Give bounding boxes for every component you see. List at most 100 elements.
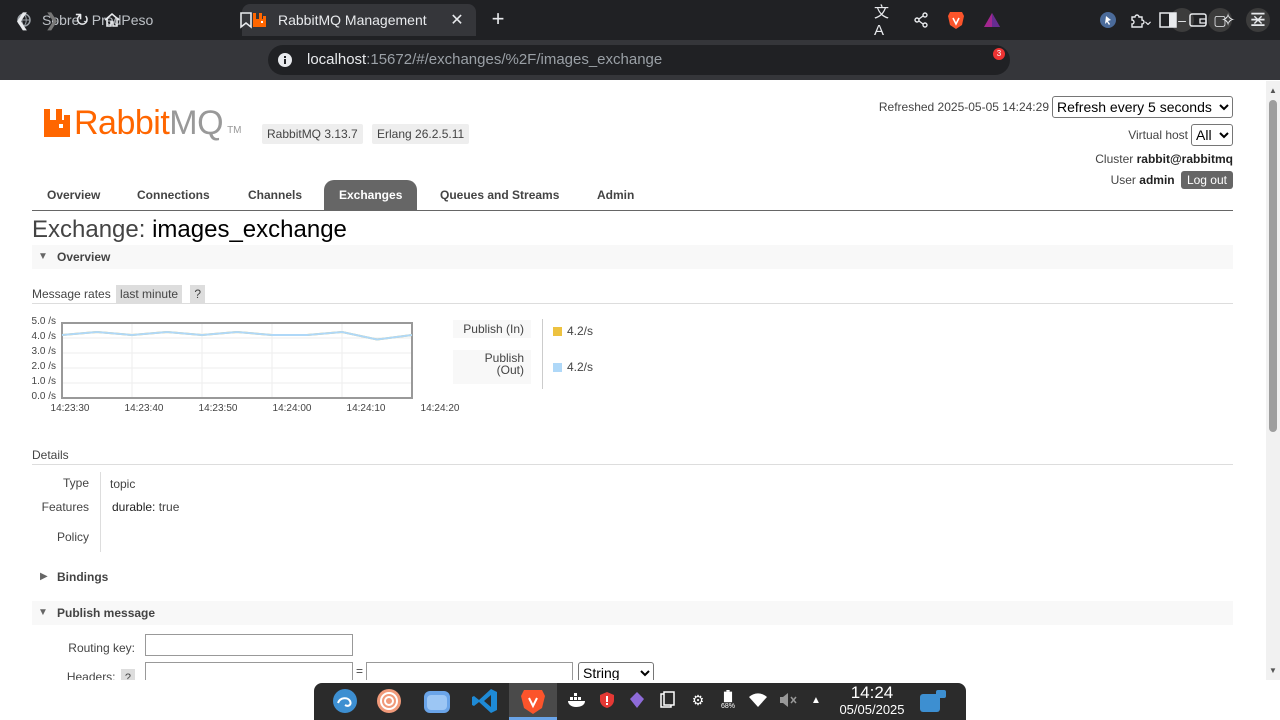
feature-value: true — [158, 500, 180, 514]
equals-sign: = — [356, 664, 364, 678]
chart-y-tick-label: 5.0 /s — [31, 316, 56, 327]
volume-muted-icon[interactable] — [778, 690, 798, 710]
message-rates-chart — [30, 316, 440, 416]
rate-period-toggle[interactable]: last minute — [116, 285, 183, 303]
chart-y-tick-label: 1.0 /s — [31, 376, 56, 387]
collapse-arrow-icon: ▼ — [38, 251, 48, 262]
rabbitmq-logo[interactable]: Rabbit MQ TM — [44, 103, 242, 142]
nav-admin[interactable]: Admin — [582, 180, 649, 210]
leo-ai-icon[interactable]: ✧ — [1216, 8, 1240, 32]
header-key-input[interactable] — [145, 662, 353, 680]
vscode-icon[interactable] — [469, 686, 501, 716]
logo-text-mq: MQ — [169, 103, 224, 142]
refresh-row: Refreshed 2025-05-05 14:24:29 Refresh ev… — [879, 96, 1233, 118]
refresh-interval-select[interactable]: Refresh every 5 seconds — [1052, 96, 1233, 118]
brave-browser-icon[interactable] — [517, 686, 549, 716]
message-rates-header: Message rates last minute ? — [32, 284, 1233, 304]
refreshed-timestamp: Refreshed 2025-05-05 14:24:29 — [878, 100, 1049, 114]
chart-x-tick-label: 14:23:50 — [198, 403, 238, 414]
header-type-select[interactable]: String — [578, 662, 654, 680]
scroll-up-icon[interactable]: ▲ — [1269, 86, 1277, 95]
details-divider — [100, 472, 101, 552]
routing-key-input[interactable] — [145, 634, 353, 656]
bookmark-icon[interactable] — [234, 8, 258, 32]
settings-gear-icon[interactable]: ⚙ — [688, 690, 708, 710]
share-icon[interactable] — [909, 8, 933, 32]
rate-value-text: 4.2/s — [567, 324, 594, 338]
nav-overview[interactable]: Overview — [32, 180, 115, 210]
brave-rewards-icon[interactable] — [980, 8, 1004, 32]
new-tab-icon[interactable]: + — [486, 8, 510, 32]
cluster-row: Cluster rabbit@rabbitmq — [1095, 152, 1233, 166]
feature-key: durable: — [112, 500, 156, 514]
scroll-down-icon[interactable]: ▼ — [1269, 666, 1277, 675]
tray-expand-icon[interactable]: ▲ — [806, 690, 826, 710]
chart-y-tick-label: 2.0 /s — [31, 361, 56, 372]
help-icon[interactable]: ? — [190, 285, 206, 303]
nav-exchanges[interactable]: Exchanges — [324, 180, 418, 210]
bindings-section-header[interactable]: ▶ Bindings — [32, 565, 1233, 589]
tab-rabbitmq[interactable]: RabbitMQ Management ✕ — [242, 4, 476, 36]
clock-time: 14:24 — [850, 683, 894, 702]
rate-label-publish-in: Publish (In) — [453, 320, 531, 338]
battery-icon[interactable]: 68% — [718, 690, 738, 710]
exchange-name: images_exchange — [152, 216, 347, 243]
nav-connections[interactable]: Connections — [122, 180, 225, 210]
app-launcher-icon[interactable] — [329, 686, 361, 716]
chart-x-tick-label: 14:24:00 — [272, 403, 312, 414]
rabbitmq-version-badge: RabbitMQ 3.13.7 — [262, 124, 363, 144]
chart-x-tick-label: 14:23:30 — [50, 403, 90, 414]
reload-icon[interactable]: ↻ — [70, 8, 94, 32]
rate-label-publish-out: Publish (Out) — [453, 350, 531, 384]
brave-shields-icon[interactable] — [944, 8, 968, 32]
forward-icon[interactable]: ❯ — [40, 8, 64, 32]
page-title: Exchange: images_exchange — [32, 216, 347, 244]
file-manager-icon[interactable] — [421, 686, 453, 716]
clock-date: 05/05/2025 — [839, 702, 905, 717]
page-title-prefix: Exchange: — [32, 216, 146, 243]
type-label: Type — [62, 476, 89, 490]
policy-label: Policy — [56, 530, 89, 544]
clipboard-icon[interactable] — [657, 690, 677, 710]
profile-extension-icon[interactable] — [1096, 8, 1120, 32]
chart-y-tick-label: 4.0 /s — [31, 331, 56, 342]
rabbitmq-logo-icon — [44, 109, 70, 137]
security-shield-icon[interactable] — [597, 690, 617, 710]
docker-icon[interactable] — [567, 690, 587, 710]
nav-channels[interactable]: Channels — [233, 180, 317, 210]
close-tab-icon[interactable]: ✕ — [448, 10, 466, 30]
publish-out-swatch — [553, 362, 562, 372]
scrollbar-thumb[interactable] — [1269, 100, 1277, 432]
rate-value-text: 4.2/s — [567, 360, 594, 374]
rate-value-publish-in: 4.2/s — [553, 324, 593, 338]
virtual-host-label: Virtual host — [1128, 128, 1188, 142]
notification-badge: 3 — [993, 48, 1005, 60]
home-icon[interactable] — [100, 8, 124, 32]
sidebar-icon[interactable] — [1156, 8, 1180, 32]
site-info-icon[interactable] — [273, 48, 297, 72]
message-rates-chart-svg — [61, 322, 413, 399]
obsidian-icon[interactable] — [627, 690, 647, 710]
wallet-icon[interactable] — [1186, 8, 1210, 32]
header-value-input[interactable] — [366, 662, 573, 680]
features-value: durable: true — [112, 500, 179, 514]
main-menu-icon[interactable]: ☰ — [1246, 8, 1270, 32]
overview-section-header[interactable]: ▼ Overview — [32, 245, 1233, 269]
cluster-name: rabbit@rabbitmq — [1136, 152, 1233, 166]
url-text[interactable]: localhost:15672/#/exchanges/%2F/images_e… — [307, 51, 662, 68]
tab-title: RabbitMQ Management — [278, 12, 427, 28]
back-icon[interactable]: ❮ — [10, 8, 34, 32]
extensions-icon[interactable] — [1126, 8, 1150, 32]
expand-arrow-icon: ▶ — [40, 571, 48, 582]
publish-message-section-header[interactable]: ▼ Publish message — [32, 601, 1233, 625]
message-rates-label: Message rates — [32, 287, 111, 301]
nav-queues-and-streams[interactable]: Queues and Streams — [425, 180, 574, 210]
translate-icon[interactable]: 文A — [874, 4, 898, 39]
taskbar-clock[interactable]: 14:24 05/05/2025 — [836, 684, 908, 718]
show-desktop-icon[interactable] — [917, 686, 949, 716]
virtual-host-select[interactable]: All — [1191, 124, 1233, 146]
app-spiral-icon[interactable] — [373, 686, 405, 716]
chart-x-tick-label: 14:24:20 — [420, 403, 460, 414]
chart-y-tick-label: 3.0 /s — [31, 346, 56, 357]
wifi-icon[interactable] — [748, 690, 768, 710]
